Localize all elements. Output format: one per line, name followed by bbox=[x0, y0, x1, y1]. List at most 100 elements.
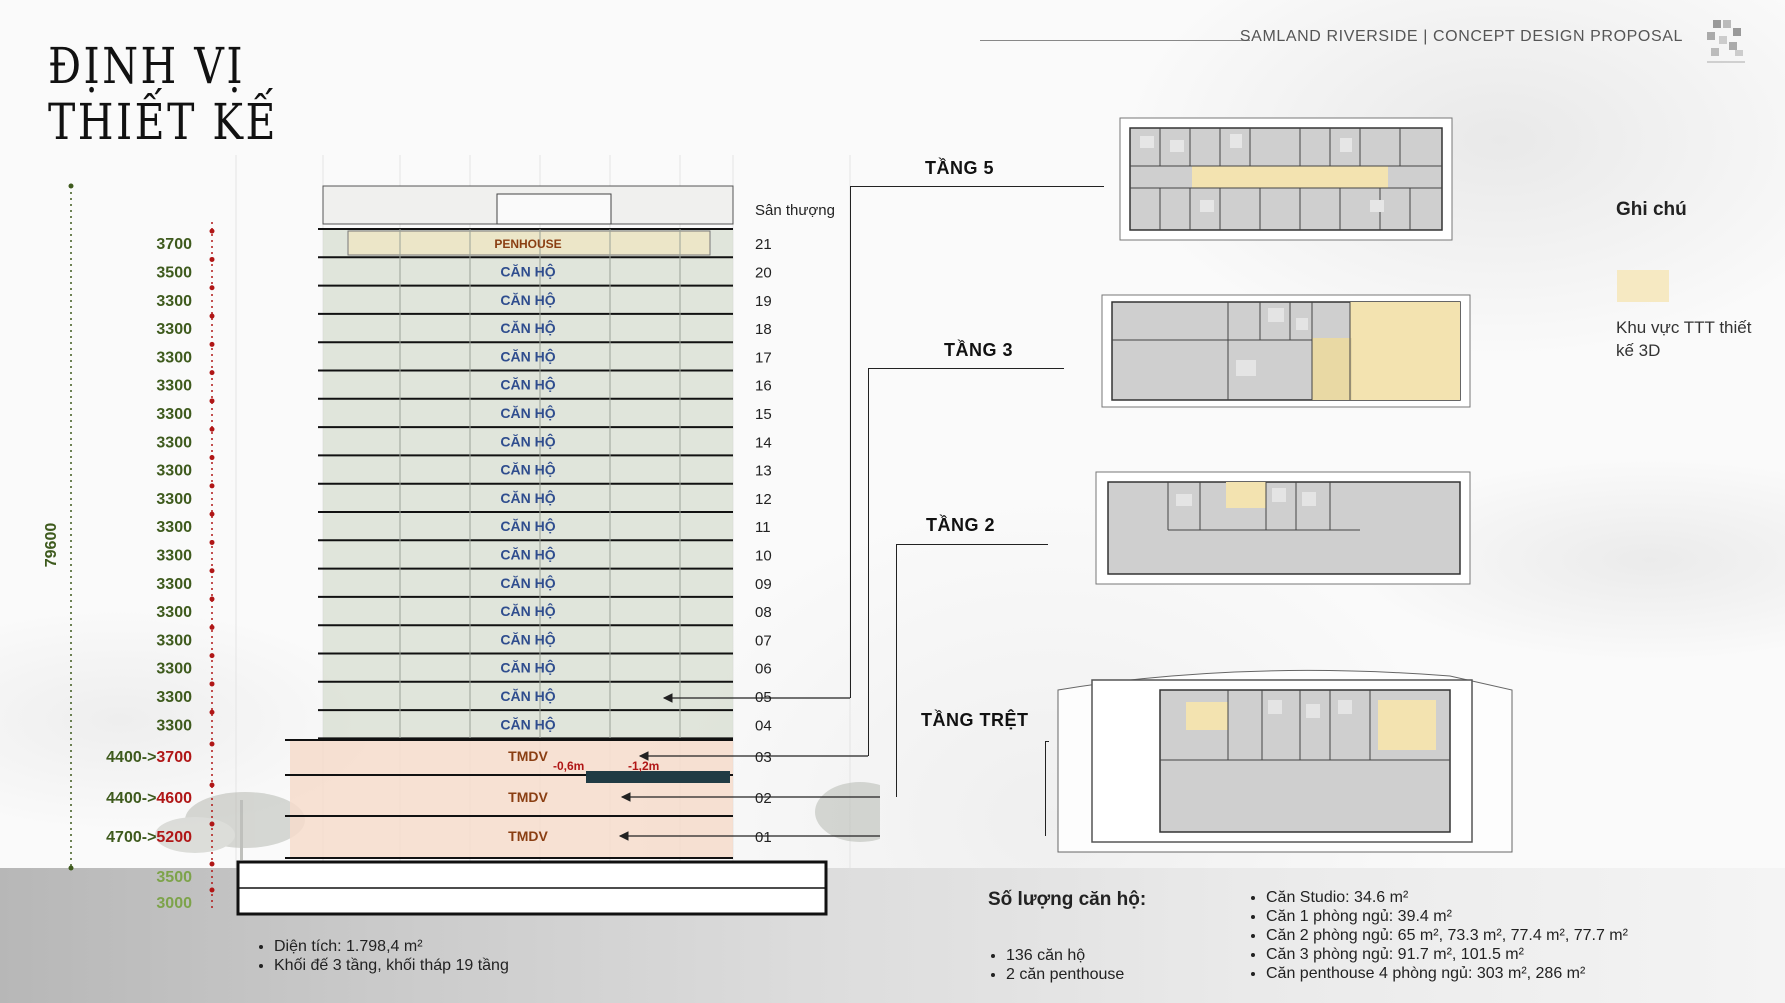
floor-height: 3300 bbox=[156, 293, 192, 310]
floor-level: 01 bbox=[755, 829, 772, 846]
floor-height: 3000 bbox=[156, 895, 192, 912]
floor-name: CĂN HỘ bbox=[500, 715, 555, 732]
floor-height: 3300 bbox=[156, 406, 192, 423]
unit-type-2br: Căn 2 phòng ngủ: 65 m², 73.3 m², 77.4 m²… bbox=[1266, 926, 1628, 945]
unit-type-1br: Căn 1 phòng ngủ: 39.4 m² bbox=[1266, 907, 1628, 926]
unit-type-penthouse: Căn penthouse 4 phòng ngủ: 303 m², 286 m… bbox=[1266, 964, 1628, 983]
leader-floor3-h bbox=[868, 368, 1064, 369]
logo-icon bbox=[1707, 20, 1745, 63]
legend-text: Khu vực TTT thiết kế 3D bbox=[1616, 318, 1752, 360]
floor-level: 15 bbox=[755, 406, 772, 423]
floor-height: 3300 bbox=[156, 463, 192, 480]
floor-level: 09 bbox=[755, 576, 772, 593]
floor-height: 3500 bbox=[156, 869, 192, 886]
floor-height: 3700 bbox=[156, 236, 192, 253]
floor-height: 3300 bbox=[156, 349, 192, 366]
floor-height: 3300 bbox=[156, 689, 192, 706]
roof-label: Sân thượng bbox=[755, 202, 835, 219]
basement bbox=[236, 860, 828, 916]
floor-name: CĂN HỘ bbox=[500, 489, 555, 506]
floor-height: 3300 bbox=[156, 576, 192, 593]
floor-name: CĂN HỘ bbox=[500, 432, 555, 449]
site-massing: Khối đế 3 tầng, khối tháp 19 tầng bbox=[274, 956, 509, 975]
floor-name: CĂN HỘ bbox=[500, 347, 555, 364]
floor-dot bbox=[209, 568, 215, 574]
floor-height: 3300 bbox=[156, 604, 192, 621]
total-height-value: 79600 bbox=[43, 523, 60, 568]
floor-height: 4400->4600 bbox=[106, 790, 192, 807]
floor-dot bbox=[209, 256, 215, 262]
floor-name: CĂN HỘ bbox=[500, 262, 555, 279]
floor-level: 07 bbox=[755, 632, 772, 649]
total-height-top-dot bbox=[68, 183, 74, 189]
floor-level: 10 bbox=[755, 547, 772, 564]
floor-name: CĂN HỘ bbox=[500, 404, 555, 421]
floor-dot bbox=[209, 624, 215, 630]
floor-level: 21 bbox=[755, 236, 772, 253]
floor-name: CĂN HỘ bbox=[500, 461, 555, 478]
floor-dot bbox=[209, 370, 215, 376]
floor-name: CĂN HỘ bbox=[500, 517, 555, 534]
unit-type-3br: Căn 3 phòng ngủ: 91.7 m², 101.5 m² bbox=[1266, 945, 1628, 964]
leader-floor3-v bbox=[868, 368, 869, 756]
unit-count-list: 136 căn hộ 2 căn penthouse bbox=[988, 946, 1124, 984]
floor-name: TMDV bbox=[508, 748, 548, 764]
leader-floor2-v bbox=[896, 544, 897, 797]
floor-dot bbox=[209, 861, 215, 867]
unit-type-studio: Căn Studio: 34.6 m² bbox=[1266, 888, 1628, 907]
floor-dot bbox=[209, 398, 215, 404]
floor-height: 3300 bbox=[156, 547, 192, 564]
dimension-left: -0,6m bbox=[553, 759, 584, 773]
plan-label-floor3: TẦNG 3 bbox=[944, 340, 1014, 360]
floor-name: CĂN HỘ bbox=[500, 574, 555, 591]
floor-height: 3300 bbox=[156, 632, 192, 649]
floor-level: 20 bbox=[755, 264, 772, 281]
site-area: Diện tích: 1.798,4 m² bbox=[274, 937, 509, 956]
roof-stair-core bbox=[496, 193, 612, 225]
floor-dot bbox=[209, 539, 215, 545]
floor-height: 3300 bbox=[156, 519, 192, 536]
floor-level: 03 bbox=[755, 749, 772, 766]
floor-height: 3300 bbox=[156, 321, 192, 338]
site-info: Diện tích: 1.798,4 m² Khối đế 3 tầng, kh… bbox=[256, 937, 509, 975]
floor-name: CĂN HỘ bbox=[500, 630, 555, 647]
plan-label-floor5: TẦNG 5 bbox=[925, 158, 995, 178]
floor-dot bbox=[209, 596, 215, 602]
floor-dot bbox=[209, 782, 215, 788]
building-section: Sân thượng 79600 PENHOUSE 21 3700 CĂN HỘ 20 3… bbox=[43, 155, 880, 916]
floor-dot bbox=[209, 653, 215, 659]
floor-height: 3300 bbox=[156, 434, 192, 451]
project-header: SAMLAND RIVERSIDE | CONCEPT DESIGN PROPO… bbox=[1239, 28, 1683, 45]
floor-name: CĂN HỘ bbox=[500, 545, 555, 562]
floor-name: PENHOUSE bbox=[494, 237, 561, 251]
unit-count-apartments: 136 căn hộ bbox=[1006, 946, 1124, 965]
floor-level: 04 bbox=[755, 717, 772, 734]
floor-name: TMDV bbox=[508, 828, 548, 844]
floor-height: 4400->3700 bbox=[106, 749, 192, 766]
floor-name: CĂN HỘ bbox=[500, 687, 555, 704]
floor-level: 02 bbox=[755, 790, 772, 807]
floor-dot bbox=[209, 313, 215, 319]
floor-name: CĂN HỘ bbox=[500, 659, 555, 676]
leader-floor5-h bbox=[850, 186, 1104, 187]
floor-name: CĂN HỘ bbox=[500, 602, 555, 619]
floor-level: 08 bbox=[755, 604, 772, 621]
floor-level: 13 bbox=[755, 463, 772, 480]
floor-level: 18 bbox=[755, 321, 772, 338]
floor-name: TMDV bbox=[508, 789, 548, 805]
floor-height: 4700->5200 bbox=[106, 829, 192, 846]
floor-dot bbox=[209, 228, 215, 234]
unit-types: Căn Studio: 34.6 m² Căn 1 phòng ngủ: 39.… bbox=[1248, 888, 1628, 983]
total-height-bottom-dot bbox=[68, 865, 74, 871]
floor-dot bbox=[209, 426, 215, 432]
floor-dot bbox=[209, 511, 215, 517]
floor-level: 17 bbox=[755, 349, 772, 366]
floor-dot bbox=[209, 285, 215, 291]
floor-level: 11 bbox=[755, 519, 771, 536]
legend-swatch bbox=[1617, 270, 1669, 302]
floor-dot bbox=[209, 741, 215, 747]
plan-label-ground: TẦNG TRỆT bbox=[921, 710, 1029, 730]
leader-floor2-h bbox=[896, 544, 1048, 545]
floor-level: 19 bbox=[755, 293, 772, 310]
floor-dot bbox=[209, 887, 215, 893]
